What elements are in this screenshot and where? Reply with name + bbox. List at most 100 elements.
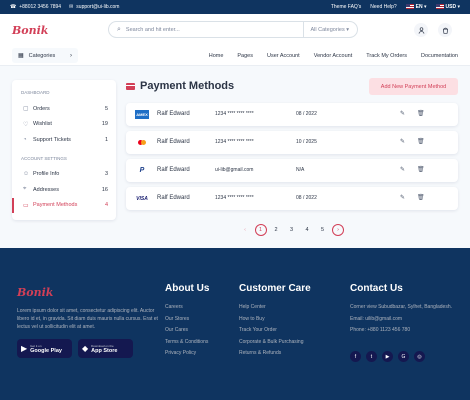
cart-icon[interactable] (438, 23, 452, 37)
theme-faq-link[interactable]: Theme FAQ's (331, 4, 361, 10)
page-button[interactable]: 5 (317, 224, 329, 236)
page-title: Payment Methods (126, 80, 234, 92)
card-holder-name: Ralf Edward (157, 195, 190, 201)
card-expiry: 10 / 2025 (296, 139, 317, 145)
nav-track-orders[interactable]: Track My Orders (366, 53, 407, 59)
amex-icon: AMEX (135, 110, 149, 119)
contact-address: Corner view Subudbazar, Sylhet, Banglade… (350, 304, 453, 310)
user-icon[interactable] (414, 23, 428, 37)
footer-link-how-to-buy[interactable]: How to Buy (239, 316, 303, 328)
footer-link-privacy[interactable]: Privacy Policy (165, 350, 208, 362)
page-button[interactable]: 3 (286, 224, 298, 236)
card-expiry: 08 / 2022 (296, 111, 317, 117)
google-play-icon: ▶ (21, 344, 28, 353)
language-label: EN (415, 4, 423, 10)
nav-home[interactable]: Home (209, 53, 224, 59)
google-play-button[interactable]: ▶ Get it on Google Play (17, 339, 72, 358)
payment-card-row: Ralf Edward 1234 **** **** **** 10 / 202… (126, 131, 458, 154)
sidebar-item-count: 3 (104, 171, 108, 178)
card-number: 1234 **** **** **** (215, 111, 254, 117)
contact-phone: Phone: +880 1123 456 780 (350, 327, 411, 333)
currency-label: USD (445, 4, 457, 10)
footer-link-corporate[interactable]: Corporate & Bulk Purchasing (239, 339, 303, 351)
card-holder-name: Ralf Edward (157, 167, 190, 173)
app-store-label: App Store (91, 347, 118, 354)
page-button[interactable]: 4 (301, 224, 313, 236)
nav-documentation[interactable]: Documentation (421, 53, 458, 59)
card-icon: ▭ (23, 202, 29, 209)
sidebar-item-label: Payment Methods (33, 202, 78, 209)
topbar-email-text: support@ui-lib.com (76, 4, 120, 10)
mastercard-icon (135, 138, 149, 147)
trash-icon[interactable]: 🗑 (417, 166, 425, 173)
sidebar-item-profile-info[interactable]: ☺ Profile Info 3 (12, 167, 116, 183)
sidebar-item-wishlist[interactable]: ♡ Wishlist 19 (12, 117, 116, 133)
page-button[interactable]: 1 (254, 224, 267, 236)
mail-icon: ✉ (69, 4, 74, 10)
app-store-button[interactable]: ◆ Download on the App Store (78, 339, 133, 358)
edit-icon[interactable]: ✎ (400, 110, 405, 117)
twitter-icon[interactable]: t (366, 351, 377, 362)
edit-icon[interactable]: ✎ (400, 194, 405, 201)
sidebar-item-addresses[interactable]: ⌖ Addresses 16 (12, 182, 116, 198)
facebook-icon[interactable]: f (350, 351, 361, 362)
card-expiry: 08 / 2022 (296, 195, 317, 201)
page-title-text: Payment Methods (140, 80, 235, 92)
google-icon[interactable]: G (398, 351, 409, 362)
sidebar-item-payment-methods[interactable]: ▭ Payment Methods 4 (12, 197, 116, 213)
us-flag-icon (405, 4, 414, 10)
chevron-left-icon[interactable]: ‹ (239, 224, 251, 236)
sidebar-item-orders[interactable]: ▢ Orders 5 (12, 101, 116, 117)
page-button[interactable]: 2 (270, 224, 282, 236)
search-input[interactable]: Search and hit enter... (126, 27, 304, 33)
footer-link-terms[interactable]: Terms & Conditions (165, 339, 208, 351)
footer-link-track-order[interactable]: Track Your Order (239, 327, 303, 339)
card-icon (126, 82, 135, 90)
nav-pages[interactable]: Pages (237, 53, 253, 59)
footer-care-title: Customer Care (239, 283, 311, 294)
edit-icon[interactable]: ✎ (400, 138, 405, 145)
footer-link-our-cares[interactable]: Our Cares (165, 327, 208, 339)
footer-logo[interactable]: Bonik (17, 286, 53, 299)
sidebar-item-count: 5 (104, 105, 108, 112)
card-number: 1234 **** **** **** (215, 139, 254, 145)
footer-link-our-stores[interactable]: Our Stores (165, 316, 208, 328)
card-number: ui-lib@gmail.com (215, 167, 254, 173)
category-select-label: All Categories (310, 26, 345, 33)
footer-contact-info: Corner view Subudbazar, Sylhet, Banglade… (350, 304, 462, 339)
nav-user-account[interactable]: User Account (267, 53, 300, 59)
chevron-down-icon: ▾ (457, 4, 460, 10)
sidebar-item-count: 4 (104, 202, 108, 209)
language-select[interactable]: EN ▾ (405, 4, 427, 10)
nav-vendor-account[interactable]: Vendor Account (314, 53, 353, 59)
category-select[interactable]: All Categories ▾ (303, 22, 349, 37)
need-help-link[interactable]: Need Help? (370, 4, 396, 10)
sidebar-item-support-tickets[interactable]: ◔ Support Tickets 1 (12, 132, 116, 148)
youtube-icon[interactable]: ▶ (382, 351, 393, 362)
add-payment-method-button[interactable]: Add New Payment Method (369, 78, 458, 95)
footer-link-returns[interactable]: Returns & Refunds (239, 350, 303, 362)
trash-icon[interactable]: 🗑 (417, 138, 425, 145)
footer: Bonik Lorem ipsum dolor sit amet, consec… (0, 248, 470, 400)
top-bar: ☎ +88012 3456 7894 ✉ support@ui-lib.com … (0, 0, 470, 14)
instagram-icon[interactable]: ◎ (414, 351, 425, 362)
topbar-phone: ☎ +88012 3456 7894 (10, 4, 61, 10)
currency-select[interactable]: USD ▾ (435, 4, 460, 10)
logo[interactable]: Bonik (12, 24, 48, 37)
main-nav: ▦ Categories › Home Pages User Account V… (0, 46, 470, 66)
sidebar-item-count: 19 (101, 121, 108, 128)
header: Bonik ⌕ Search and hit enter... All Cate… (0, 14, 470, 46)
footer-link-help-center[interactable]: Help Center (239, 304, 303, 316)
chevron-right-icon[interactable]: › (332, 224, 344, 236)
footer-link-careers[interactable]: Careers (165, 304, 208, 316)
apple-icon: ◆ (82, 344, 89, 353)
sidebar-item-label: Orders (33, 105, 50, 112)
trash-icon[interactable]: 🗑 (417, 110, 425, 117)
edit-icon[interactable]: ✎ (400, 166, 405, 173)
heart-icon: ♡ (23, 121, 29, 128)
trash-icon[interactable]: 🗑 (417, 194, 425, 201)
card-expiry: N/A (296, 167, 305, 173)
categories-button[interactable]: ▦ Categories › (12, 48, 78, 63)
sidebar-item-label: Wishlist (33, 121, 52, 128)
topbar-phone-text: +88012 3456 7894 (19, 4, 62, 10)
